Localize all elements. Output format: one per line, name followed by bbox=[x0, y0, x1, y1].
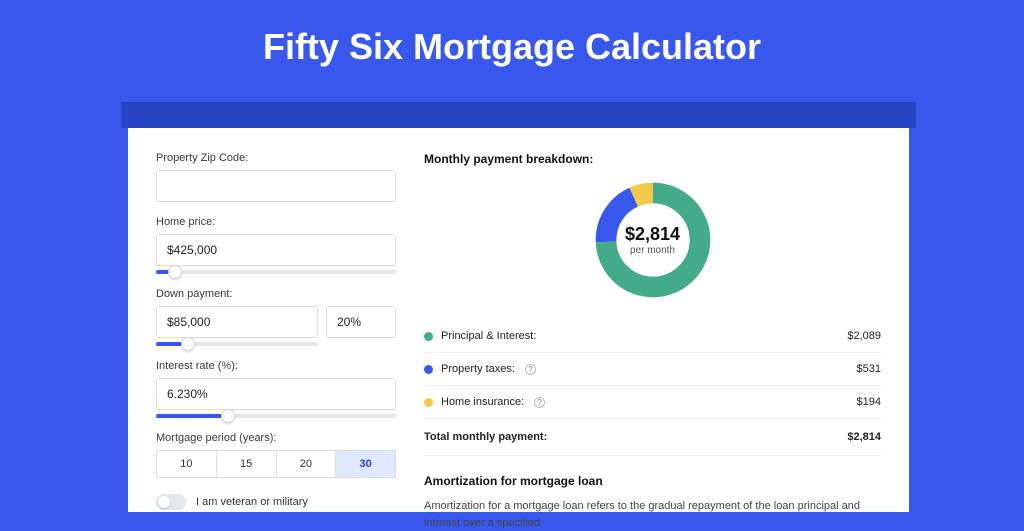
amortization-body: Amortization for a mortgage loan refers … bbox=[424, 498, 881, 531]
down-payment-label: Down payment: bbox=[156, 288, 396, 300]
zip-label: Property Zip Code: bbox=[156, 152, 396, 164]
legend-dot bbox=[424, 398, 433, 407]
home-price-slider[interactable] bbox=[156, 270, 396, 274]
period-option-15[interactable]: 15 bbox=[217, 450, 277, 478]
interest-rate-field: Interest rate (%): bbox=[156, 360, 396, 418]
period-option-10[interactable]: 10 bbox=[156, 450, 217, 478]
home-price-input[interactable] bbox=[156, 234, 396, 266]
veteran-label: I am veteran or military bbox=[196, 496, 308, 508]
interest-rate-label: Interest rate (%): bbox=[156, 360, 396, 372]
total-value: $2,814 bbox=[847, 431, 881, 443]
legend-row: Property taxes:? $531 bbox=[424, 353, 881, 386]
interest-rate-input[interactable] bbox=[156, 378, 396, 410]
legend-label: Principal & Interest: bbox=[441, 330, 536, 342]
donut-sub: per month bbox=[630, 245, 675, 256]
legend-label: Home insurance: bbox=[441, 396, 524, 408]
breakdown-panel: Monthly payment breakdown: $2,814 per mo… bbox=[424, 152, 881, 512]
interest-rate-slider[interactable] bbox=[156, 414, 396, 418]
down-payment-pct-input[interactable] bbox=[326, 306, 396, 338]
page-title: Fifty Six Mortgage Calculator bbox=[0, 0, 1024, 90]
legend-row: Principal & Interest: $2,089 bbox=[424, 320, 881, 353]
veteran-row: I am veteran or military bbox=[156, 494, 396, 510]
legend-value: $2,089 bbox=[847, 330, 881, 342]
breakdown-title: Monthly payment breakdown: bbox=[424, 152, 881, 166]
header-band bbox=[121, 102, 916, 128]
legend-value: $531 bbox=[857, 363, 881, 375]
donut-wrap: $2,814 per month bbox=[424, 178, 881, 302]
info-icon[interactable]: ? bbox=[525, 364, 536, 375]
period-segmented: 10152030 bbox=[156, 450, 396, 478]
calculator-card: Property Zip Code: Home price: Down paym… bbox=[128, 128, 909, 512]
down-payment-slider[interactable] bbox=[156, 342, 318, 346]
amortization-title: Amortization for mortgage loan bbox=[424, 474, 881, 488]
donut-amount: $2,814 bbox=[625, 224, 680, 245]
inputs-panel: Property Zip Code: Home price: Down paym… bbox=[156, 152, 396, 512]
donut-chart: $2,814 per month bbox=[591, 178, 715, 302]
total-row: Total monthly payment: $2,814 bbox=[424, 419, 881, 456]
donut-center: $2,814 per month bbox=[591, 178, 715, 302]
down-payment-input[interactable] bbox=[156, 306, 318, 338]
home-price-label: Home price: bbox=[156, 216, 396, 228]
zip-input[interactable] bbox=[156, 170, 396, 202]
zip-field: Property Zip Code: bbox=[156, 152, 396, 202]
period-option-20[interactable]: 20 bbox=[277, 450, 337, 478]
period-option-30[interactable]: 30 bbox=[336, 450, 396, 478]
legend-value: $194 bbox=[857, 396, 881, 408]
legend: Principal & Interest: $2,089 Property taxe… bbox=[424, 320, 881, 419]
legend-dot bbox=[424, 365, 433, 374]
home-price-field: Home price: bbox=[156, 216, 396, 274]
down-payment-field: Down payment: bbox=[156, 288, 396, 346]
veteran-toggle[interactable] bbox=[156, 494, 186, 510]
legend-label: Property taxes: bbox=[441, 363, 515, 375]
period-field: Mortgage period (years): 10152030 bbox=[156, 432, 396, 478]
legend-row: Home insurance:? $194 bbox=[424, 386, 881, 419]
legend-dot bbox=[424, 332, 433, 341]
total-label: Total monthly payment: bbox=[424, 431, 547, 443]
info-icon[interactable]: ? bbox=[534, 397, 545, 408]
period-label: Mortgage period (years): bbox=[156, 432, 396, 444]
amortization-section: Amortization for mortgage loan Amortizat… bbox=[424, 474, 881, 531]
toggle-knob bbox=[158, 496, 170, 508]
